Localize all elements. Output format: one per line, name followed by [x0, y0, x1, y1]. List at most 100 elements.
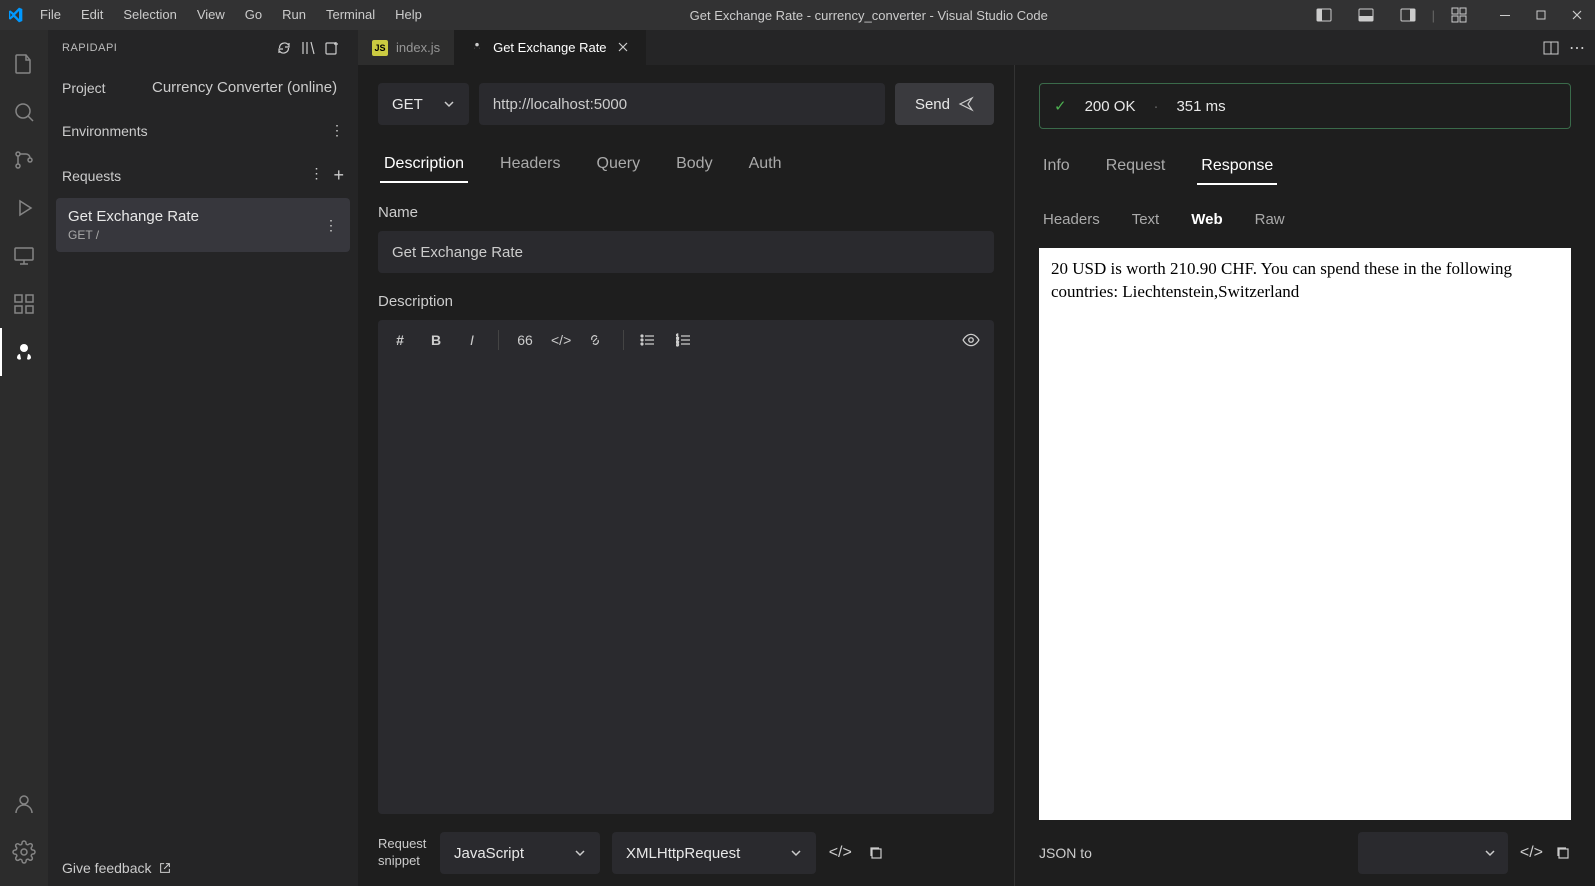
- window-title: Get Exchange Rate - currency_converter -…: [432, 8, 1306, 23]
- split-editor-icon[interactable]: [1543, 40, 1559, 56]
- sidebar-title: RAPIDAPI: [62, 42, 117, 54]
- quote-icon[interactable]: 66: [515, 332, 535, 348]
- dot-separator: ·: [1153, 98, 1158, 115]
- link-icon[interactable]: [587, 332, 607, 348]
- activity-source-control-icon[interactable]: [0, 136, 48, 184]
- sidebar-header: RAPIDAPI: [48, 30, 358, 65]
- resp-subtab-web[interactable]: Web: [1187, 205, 1226, 234]
- tab-get-exchange-rate[interactable]: Get Exchange Rate: [455, 30, 645, 65]
- more-actions-icon[interactable]: ⋯: [1569, 38, 1585, 58]
- json-to-select[interactable]: [1358, 832, 1508, 874]
- preview-icon[interactable]: [962, 331, 982, 349]
- resp-subtab-text[interactable]: Text: [1128, 205, 1164, 234]
- tab-close-icon[interactable]: [615, 39, 631, 55]
- activity-explorer-icon[interactable]: [0, 40, 48, 88]
- menu-view[interactable]: View: [187, 0, 235, 30]
- activity-rapidapi-icon[interactable]: [0, 328, 48, 376]
- request-item-more-icon[interactable]: ⋮: [324, 217, 338, 234]
- new-request-icon[interactable]: [320, 36, 344, 60]
- status-box: ✓ 200 OK · 351 ms: [1039, 83, 1571, 129]
- numbered-list-icon[interactable]: 123: [676, 332, 696, 348]
- tab-label: Get Exchange Rate: [493, 40, 606, 55]
- customize-layout-icon[interactable]: [1441, 0, 1477, 30]
- bold-icon[interactable]: B: [426, 332, 446, 348]
- request-item[interactable]: Get Exchange Rate GET / ⋮: [56, 198, 350, 252]
- snippet-code-icon[interactable]: </>: [828, 841, 852, 865]
- activity-remote-icon[interactable]: [0, 232, 48, 280]
- snippet-label: Request snippet: [378, 836, 428, 870]
- editor-tabs: JS index.js Get Exchange Rate ⋯: [358, 30, 1595, 65]
- menu-terminal[interactable]: Terminal: [316, 0, 385, 30]
- tab-query[interactable]: Query: [593, 147, 645, 183]
- tab-body[interactable]: Body: [672, 147, 716, 183]
- toggle-secondary-sidebar-icon[interactable]: [1390, 0, 1426, 30]
- snippet-language-value: JavaScript: [454, 845, 524, 862]
- request-item-name: Get Exchange Rate: [68, 208, 199, 225]
- activity-search-icon[interactable]: [0, 88, 48, 136]
- resp-tab-request[interactable]: Request: [1102, 149, 1170, 185]
- description-label: Description: [378, 293, 994, 310]
- name-input[interactable]: [378, 231, 994, 273]
- menu-selection[interactable]: Selection: [113, 0, 186, 30]
- give-feedback-link[interactable]: Give feedback: [48, 850, 358, 886]
- bullet-list-icon[interactable]: [640, 332, 660, 348]
- toggle-primary-sidebar-icon[interactable]: [1306, 0, 1342, 30]
- external-link-icon: [158, 861, 172, 875]
- check-icon: ✓: [1054, 97, 1067, 115]
- tab-auth[interactable]: Auth: [745, 147, 786, 183]
- refresh-icon[interactable]: [272, 36, 296, 60]
- activity-extensions-icon[interactable]: [0, 280, 48, 328]
- menu-run[interactable]: Run: [272, 0, 316, 30]
- status-code: 200 OK: [1085, 98, 1136, 115]
- snippet-language-select[interactable]: JavaScript: [440, 832, 600, 874]
- close-icon[interactable]: [1559, 0, 1595, 30]
- italic-icon[interactable]: I: [462, 332, 482, 348]
- tab-headers[interactable]: Headers: [496, 147, 564, 183]
- project-value[interactable]: Currency Converter (online): [152, 79, 337, 96]
- url-input[interactable]: [479, 83, 885, 125]
- minimize-icon[interactable]: [1487, 0, 1523, 30]
- library-icon[interactable]: [296, 36, 320, 60]
- activity-settings-icon[interactable]: [0, 828, 48, 876]
- resp-tab-info[interactable]: Info: [1039, 149, 1074, 185]
- project-label: Project: [62, 80, 152, 96]
- heading-icon[interactable]: #: [390, 332, 410, 348]
- menu-edit[interactable]: Edit: [71, 0, 113, 30]
- method-value: GET: [392, 96, 423, 113]
- window-controls: [1487, 0, 1595, 30]
- snippet-row: Request snippet JavaScript XMLHttpReques…: [378, 814, 994, 874]
- json-copy-icon[interactable]: [1555, 845, 1571, 861]
- tab-indexjs[interactable]: JS index.js: [358, 30, 455, 65]
- toggle-panel-icon[interactable]: [1348, 0, 1384, 30]
- json-code-icon[interactable]: </>: [1520, 844, 1543, 862]
- description-editor[interactable]: [378, 360, 994, 814]
- requests-more-icon[interactable]: ⋮: [309, 165, 323, 186]
- code-icon[interactable]: </>: [551, 332, 571, 348]
- send-button[interactable]: Send: [895, 83, 994, 125]
- snippet-library-select[interactable]: XMLHttpRequest: [612, 832, 816, 874]
- activity-run-debug-icon[interactable]: [0, 184, 48, 232]
- response-web-view: 20 USD is worth 210.90 CHF. You can spen…: [1039, 248, 1571, 820]
- requests-add-icon[interactable]: +: [333, 165, 344, 186]
- environments-more-icon[interactable]: ⋮: [330, 122, 344, 139]
- chevron-down-icon: [1484, 847, 1496, 859]
- menu-file[interactable]: File: [30, 0, 71, 30]
- activity-accounts-icon[interactable]: [0, 780, 48, 828]
- sidebar: RAPIDAPI Project Currency Converter (onl…: [48, 30, 358, 886]
- menu-help[interactable]: Help: [385, 0, 432, 30]
- menu-bar: File Edit Selection View Go Run Terminal…: [30, 0, 432, 30]
- layout-controls: |: [1306, 0, 1487, 30]
- tab-description[interactable]: Description: [380, 147, 468, 183]
- resp-subtab-raw[interactable]: Raw: [1251, 205, 1289, 234]
- resp-subtab-headers[interactable]: Headers: [1039, 205, 1104, 234]
- maximize-icon[interactable]: [1523, 0, 1559, 30]
- activity-bar: [0, 30, 48, 886]
- json-to-row: JSON to </>: [1039, 820, 1571, 874]
- snippet-copy-icon[interactable]: [864, 841, 888, 865]
- menu-go[interactable]: Go: [235, 0, 272, 30]
- chevron-down-icon: [443, 98, 455, 110]
- resp-tab-response[interactable]: Response: [1197, 149, 1277, 185]
- response-time: 351 ms: [1176, 98, 1225, 115]
- rapidapi-icon: [469, 39, 485, 55]
- method-select[interactable]: GET: [378, 83, 469, 125]
